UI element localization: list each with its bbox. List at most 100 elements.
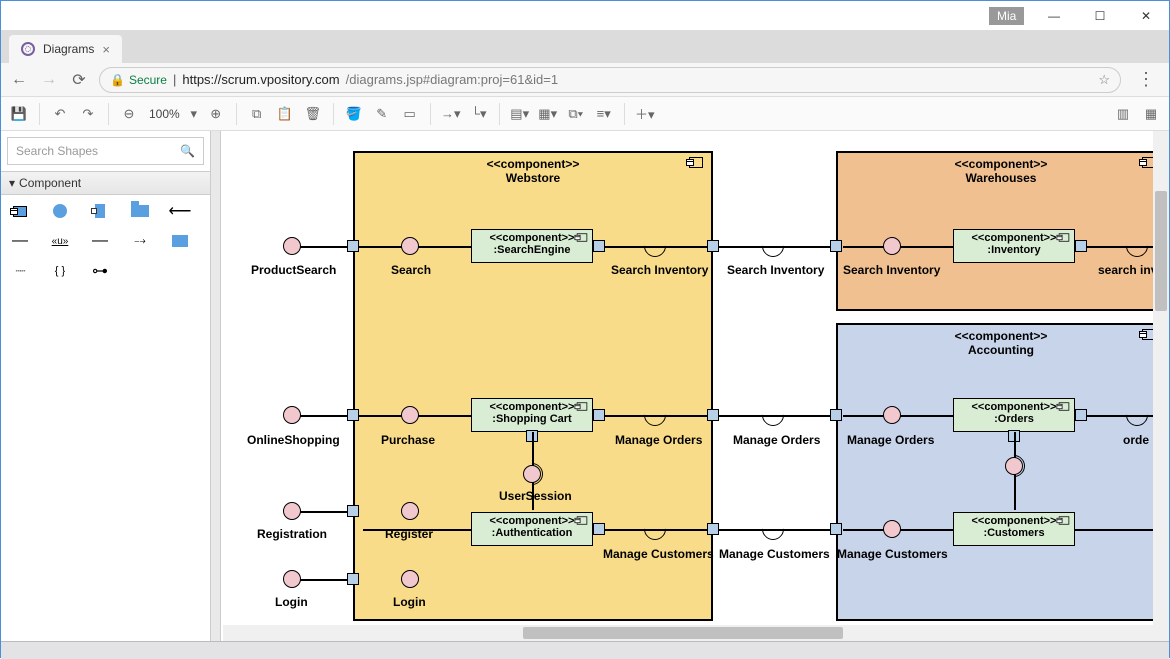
interface-ball[interactable] [883,237,901,255]
zoom-out-icon[interactable]: ⊖ [117,102,141,126]
container-accounting[interactable]: <<component>>Accounting [836,323,1166,621]
browser-tab[interactable]: Diagrams × [9,35,122,63]
stroke-icon[interactable]: ✎ [370,102,394,126]
minimize-button[interactable]: ― [1031,1,1077,31]
required-socket[interactable] [757,399,788,430]
port[interactable] [347,409,359,421]
vertical-scrollbar[interactable] [1153,131,1169,641]
distribute-icon[interactable]: ▦▾ [536,102,560,126]
port[interactable] [593,409,605,421]
tab-title: Diagrams [43,42,94,56]
address-bar[interactable]: 🔒 Secure | https://scrum.vpository.com/d… [99,67,1121,93]
interface-ball[interactable] [883,520,901,538]
port[interactable] [707,523,719,535]
required-socket[interactable] [757,513,788,544]
window-titlebar: Mia ― ☐ ✕ [1,1,1169,31]
comp-orders[interactable]: <<component>>:Orders [953,398,1075,432]
interface-ball[interactable] [401,570,419,588]
comp-search-engine[interactable]: <<component>>:SearchEngine [471,229,593,263]
reload-icon[interactable]: ⟳ [69,70,89,90]
lbl-manage-orders2: Manage Orders [733,433,820,447]
maximize-button[interactable]: ☐ [1077,1,1123,31]
palette-required-icon[interactable]: ⟵ [169,203,191,219]
horizontal-scroll-thumb[interactable] [523,627,843,639]
connector-style-icon[interactable]: →▾ [439,102,463,126]
palette-port-icon[interactable] [89,203,111,219]
palette-component-icon[interactable] [9,203,31,219]
port[interactable] [1075,240,1087,252]
bookmark-star-icon[interactable]: ☆ [1098,72,1110,88]
port[interactable] [347,505,359,517]
delete-icon[interactable]: 🗑 [301,102,325,126]
interface-ball[interactable] [283,237,301,255]
close-button[interactable]: ✕ [1123,1,1169,31]
tab-close-icon[interactable]: × [102,42,110,57]
diagram-canvas[interactable]: <<component>>Webstore <<component>>Wareh… [211,131,1169,641]
interface-ball[interactable] [883,406,901,424]
palette-package-icon[interactable] [129,203,151,219]
interface-ball[interactable] [401,502,419,520]
comp-inventory[interactable]: <<component>>:Inventory [953,229,1075,263]
fill-icon[interactable]: 🪣 [342,102,366,126]
vertical-scroll-thumb[interactable] [1155,191,1167,311]
palette-header[interactable]: ▾ Component [1,171,210,195]
align-icon[interactable]: ▤▾ [508,102,532,126]
shape-palette: ⟵ ― «u» ― ⤍ ┄┄ { } ⊶ [1,195,210,287]
save-icon[interactable]: 💾 [7,102,31,126]
comp-shopping-cart[interactable]: <<component>>:Shopping Cart [471,398,593,432]
horizontal-scrollbar[interactable] [223,625,1153,641]
port[interactable] [347,240,359,252]
palette-lollipop-icon[interactable]: ⊶ [89,263,111,279]
required-socket[interactable] [757,230,788,261]
palette-dependency-icon[interactable]: ⤍ [129,233,151,249]
browser-menu-icon[interactable]: ⋮ [1131,69,1161,90]
comp-customers[interactable]: <<component>>:Customers [953,512,1075,546]
port[interactable] [830,523,842,535]
port[interactable] [830,409,842,421]
port[interactable] [347,573,359,585]
interface-ball[interactable] [283,502,301,520]
interface-ball[interactable] [523,465,541,483]
line-style-icon[interactable]: └▾ [467,102,491,126]
interface-ball[interactable] [401,406,419,424]
group-icon[interactable]: ⧉▾ [564,102,588,126]
add-icon[interactable]: ＋▾ [633,102,657,126]
interface-ball[interactable] [401,237,419,255]
lbl-manage-orders3: Manage Orders [847,433,934,447]
order-icon[interactable]: ≡▾ [592,102,616,126]
port[interactable] [707,240,719,252]
back-icon[interactable]: ← [9,71,29,89]
layout-split-icon[interactable]: ▦ [1139,102,1163,126]
comp-authentication[interactable]: <<component>>:Authentication [471,512,593,546]
zoom-level[interactable]: 100% [145,107,184,121]
paste-icon[interactable]: 📋 [273,102,297,126]
palette-note-icon[interactable] [169,233,191,249]
search-shapes-input[interactable]: Search Shapes 🔍 [7,137,204,165]
zoom-dropdown-icon[interactable]: ▾ [188,102,200,126]
layout-panel-icon[interactable]: ▥ [1111,102,1135,126]
lbl-manage-cust2: Manage Customers [719,547,830,561]
undo-icon[interactable]: ↶ [48,102,72,126]
palette-instance-icon[interactable]: «u» [49,233,71,249]
interface-ball[interactable] [283,570,301,588]
component-icon [1057,232,1071,246]
port[interactable] [1075,409,1087,421]
palette-interface-icon[interactable] [49,203,71,219]
interface-ball[interactable] [1005,457,1023,475]
port[interactable] [707,409,719,421]
port[interactable] [593,240,605,252]
interface-ball[interactable] [283,406,301,424]
palette-assoc-icon[interactable]: ― [89,233,111,249]
redo-icon[interactable]: ↷ [76,102,100,126]
port[interactable] [593,523,605,535]
copy-icon[interactable]: ⧉ [245,102,269,126]
palette-line-icon[interactable]: ― [9,233,31,249]
lbl-search-inv4: search inv [1098,263,1157,277]
search-placeholder: Search Shapes [16,144,98,158]
shape-icon[interactable]: ▭ [398,102,422,126]
palette-constraint-icon[interactable]: { } [49,263,71,279]
palette-dashline-icon[interactable]: ┄┄ [9,263,31,279]
zoom-in-icon[interactable]: ⊕ [204,102,228,126]
port[interactable] [830,240,842,252]
secure-label: Secure [129,73,167,87]
